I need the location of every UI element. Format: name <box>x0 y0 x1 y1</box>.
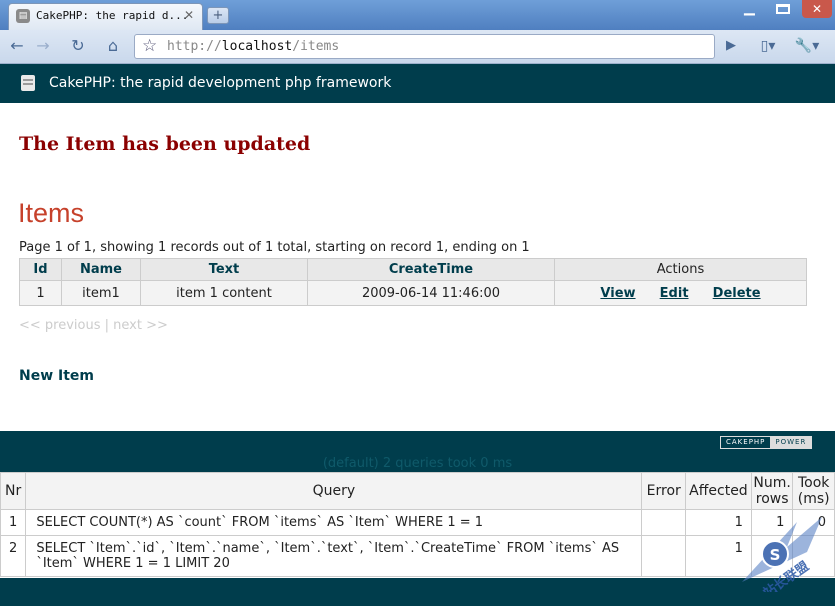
forward-arrow-icon[interactable]: → <box>34 36 52 56</box>
column-header-text[interactable]: Text <box>140 258 308 281</box>
sql-cell-nr: 2 <box>0 535 27 577</box>
flash-message: The Item has been updated <box>19 133 311 155</box>
browser-toolbar: ← → ↻ ⌂ ☆ http://localhost/items ▶ ▯▾ 🔧▾ <box>0 30 835 64</box>
delete-link[interactable]: Delete <box>713 286 761 301</box>
wrench-menu-icon[interactable]: 🔧▾ <box>791 36 823 56</box>
new-item-link[interactable]: New Item <box>19 368 94 384</box>
column-header-actions: Actions <box>554 258 807 281</box>
next-link: next >> <box>113 318 168 333</box>
cakephp-power-badge[interactable]: CAKEPHP POWER <box>720 436 813 449</box>
site-header: CakePHP: the rapid development php frame… <box>0 64 835 103</box>
bookmark-star-icon[interactable]: ☆ <box>142 36 157 56</box>
edit-link[interactable]: Edit <box>660 286 689 301</box>
sql-log-caption: (default) 2 queries took 0 ms <box>322 456 513 471</box>
sql-header-nr: Nr <box>0 472 27 510</box>
sql-cell-query: SELECT COUNT(*) AS `count` FROM `items` … <box>25 509 643 536</box>
paging-links: << previous | next >> <box>19 318 168 333</box>
close-tab-icon[interactable]: ✕ <box>184 8 194 22</box>
sql-header-query: Query <box>25 472 643 510</box>
view-link[interactable]: View <box>600 286 635 301</box>
table-row: 2 SELECT `Item`.`id`, `Item`.`name`, `It… <box>0 535 835 577</box>
power-badge-right: POWER <box>770 437 812 448</box>
sql-header-affected: Affected <box>685 472 752 510</box>
close-window-icon[interactable]: ✕ <box>802 0 832 18</box>
cell-actions: View Edit Delete <box>554 280 807 306</box>
home-icon[interactable]: ⌂ <box>102 36 124 56</box>
reload-icon[interactable]: ↻ <box>68 36 88 56</box>
paging-counter: Page 1 of 1, showing 1 records out of 1 … <box>19 240 530 255</box>
back-arrow-icon[interactable]: ← <box>8 36 26 56</box>
go-icon[interactable]: ▶ <box>722 36 740 56</box>
address-bar[interactable]: ☆ http://localhost/items <box>134 34 715 59</box>
cell-createtime: 2009-06-14 11:46:00 <box>307 280 555 306</box>
sql-cell-error <box>641 535 687 577</box>
sql-header-num-rows: Num. rows <box>750 472 794 510</box>
status-bar <box>0 578 835 606</box>
sql-cell-nr: 1 <box>0 509 27 536</box>
cakephp-favicon-icon: ▤ <box>16 9 30 23</box>
maximize-window-icon[interactable] <box>776 4 790 14</box>
table-row: 1 item1 item 1 content 2009-06-14 11:46:… <box>19 280 807 306</box>
url-text: http://localhost/items <box>167 39 340 54</box>
tab-title: CakePHP: the rapid d... <box>36 9 189 22</box>
cell-name: item1 <box>61 280 141 306</box>
column-header-id[interactable]: Id <box>19 258 62 281</box>
table-header-row: Id Name Text CreateTime Actions <box>19 258 807 281</box>
cell-text: item 1 content <box>140 280 308 306</box>
sql-cell-query: SELECT `Item`.`id`, `Item`.`name`, `Item… <box>25 535 643 577</box>
cell-id: 1 <box>19 280 62 306</box>
column-header-createtime[interactable]: CreateTime <box>307 258 555 281</box>
minimize-window-icon[interactable]: ▁ <box>744 0 755 16</box>
sql-header-error: Error <box>641 472 687 510</box>
paging-separator: | <box>104 318 110 333</box>
table-row: 1 SELECT COUNT(*) AS `count` FROM `items… <box>0 509 835 536</box>
svg-text:S: S <box>770 546 781 564</box>
browser-tab[interactable]: ▤ CakePHP: the rapid d... ✕ <box>8 3 203 30</box>
watermark-logo-icon: S 站长联盟 <box>742 517 822 592</box>
tab-strip: ▤ CakePHP: the rapid d... ✕ + ▁ ✕ <box>0 0 835 30</box>
previous-link: << previous <box>19 318 101 333</box>
column-header-name[interactable]: Name <box>61 258 141 281</box>
power-badge-left: CAKEPHP <box>726 438 766 446</box>
sql-cell-error <box>641 509 687 536</box>
sql-header-row: Nr Query Error Affected Num. rows Took (… <box>0 472 835 510</box>
page-title: Items <box>18 198 85 228</box>
new-tab-button[interactable]: + <box>207 7 229 24</box>
cakephp-logo-icon <box>21 75 35 91</box>
site-title: CakePHP: the rapid development php frame… <box>49 75 392 91</box>
items-table: Id Name Text CreateTime Actions 1 item1 … <box>19 258 807 306</box>
sql-log-table: Nr Query Error Affected Num. rows Took (… <box>0 472 835 577</box>
page-menu-icon[interactable]: ▯▾ <box>753 36 783 56</box>
sql-header-took: Took (ms) <box>792 472 835 510</box>
